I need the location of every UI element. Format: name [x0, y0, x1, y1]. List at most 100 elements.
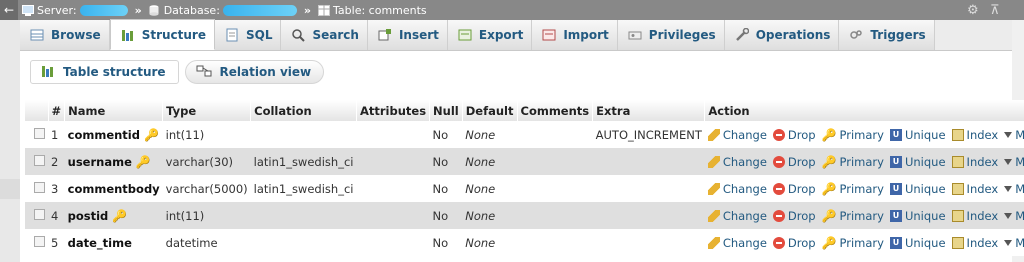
index-action[interactable]: Index — [951, 155, 998, 169]
table-row: 2 username 🔑 varchar(30) latin1_swedish_c… — [25, 148, 1024, 175]
tab-sql[interactable]: SQL — [214, 20, 282, 50]
row-checkbox[interactable] — [34, 154, 45, 166]
column-name[interactable]: postid — [68, 209, 109, 223]
column-name[interactable]: commentbody — [68, 182, 160, 196]
index-action[interactable]: Index — [951, 128, 998, 142]
row-checkbox[interactable] — [34, 235, 45, 247]
index-icon — [951, 182, 964, 195]
collapse-icon[interactable]: ⊼ — [990, 3, 1000, 18]
back-arrow-icon[interactable]: ← — [0, 0, 18, 20]
index-key-icon: 🔑 — [135, 154, 151, 169]
tab-label: Export — [478, 28, 524, 42]
primary-key-icon: 🔑 — [821, 181, 837, 196]
change-action[interactable]: Change — [707, 209, 767, 223]
table-header-row: # Name Type Collation Attributes Null De… — [25, 100, 1024, 121]
index-action[interactable]: Index — [951, 236, 998, 250]
drop-action[interactable]: Drop — [772, 155, 816, 169]
tab-operations[interactable]: Operations — [724, 20, 840, 50]
tab-search[interactable]: Search — [281, 20, 368, 50]
change-action[interactable]: Change — [707, 128, 767, 142]
header-num: # — [48, 100, 66, 121]
header-name[interactable]: Name — [64, 100, 164, 121]
index-action[interactable]: Index — [951, 209, 998, 223]
browse-icon — [30, 28, 44, 42]
pencil-icon — [707, 236, 720, 249]
row-checkbox[interactable] — [34, 127, 45, 139]
change-action[interactable]: Change — [707, 236, 767, 250]
drop-icon — [772, 236, 785, 249]
column-null: No — [429, 148, 463, 175]
header-type: Type — [162, 100, 252, 121]
header-attributes: Attributes — [356, 100, 431, 121]
primary-key-icon: 🔑 — [821, 208, 837, 223]
index-action[interactable]: Index — [951, 182, 998, 196]
export-icon — [458, 28, 472, 42]
tab-label: Search — [312, 28, 359, 42]
drop-action[interactable]: Drop — [772, 182, 816, 196]
column-null: No — [429, 175, 463, 202]
row-actions: Change Drop 🔑Primary UUnique Index More — [707, 128, 1024, 142]
header-comments: Comments — [517, 100, 594, 121]
drop-action[interactable]: Drop — [772, 128, 816, 142]
server-icon — [22, 4, 34, 16]
primary-action[interactable]: 🔑 Primary — [822, 236, 884, 250]
row-num: 5 — [48, 229, 65, 256]
breadcrumb-server[interactable]: Server: — [37, 4, 77, 17]
index-key-icon: 🔑 — [112, 208, 128, 223]
more-action[interactable]: More — [1004, 209, 1024, 223]
column-attributes — [356, 202, 430, 229]
change-action[interactable]: Change — [707, 155, 767, 169]
tab-insert[interactable]: Insert — [367, 20, 448, 50]
breadcrumb-table[interactable]: Table: comments — [333, 4, 427, 17]
breadcrumb-database[interactable]: Database: — [164, 4, 220, 17]
column-name[interactable]: username — [68, 155, 132, 169]
structure-icon — [121, 28, 135, 42]
operations-icon — [735, 27, 749, 42]
column-collation: latin1_swedish_ci — [250, 175, 357, 202]
table-structure-button[interactable]: Table structure — [30, 60, 179, 84]
insert-icon — [378, 28, 392, 42]
column-collation — [250, 229, 357, 256]
tab-privileges[interactable]: Privileges — [617, 20, 725, 50]
unique-action[interactable]: U Unique — [889, 236, 946, 250]
row-checkbox[interactable] — [34, 208, 45, 220]
settings-gear-icon[interactable]: ⚙ — [967, 3, 979, 18]
primary-action[interactable]: 🔑 Primary — [822, 128, 884, 142]
row-checkbox[interactable] — [34, 181, 45, 193]
column-name[interactable]: commentid — [68, 128, 140, 142]
drop-action[interactable]: Drop — [772, 209, 816, 223]
unique-action[interactable]: U Unique — [889, 155, 946, 169]
header-null: Null — [429, 100, 463, 121]
primary-key-icon: 🔑 — [143, 127, 159, 142]
tab-import[interactable]: Import — [532, 20, 618, 50]
change-action[interactable]: Change — [707, 182, 767, 196]
more-action[interactable]: More — [1004, 155, 1024, 169]
redacted-server-name — [79, 4, 128, 16]
column-name[interactable]: date_time — [68, 236, 132, 250]
tab-export[interactable]: Export — [447, 20, 533, 50]
tab-label: Browse — [51, 28, 101, 42]
more-action[interactable]: More — [1004, 128, 1024, 142]
primary-action[interactable]: 🔑 Primary — [822, 155, 884, 169]
unique-action[interactable]: U Unique — [889, 209, 946, 223]
table-row: 3 commentbody varchar(5000) latin1_swedi… — [25, 175, 1024, 202]
relation-view-label: Relation view — [219, 65, 312, 79]
table-row: 1 commentid 🔑 int(11) No None AUTO_INCREM… — [25, 121, 1024, 148]
column-default: None — [462, 121, 517, 148]
breadcrumb: Server: » Database: » Table: comments — [22, 4, 427, 17]
unique-action[interactable]: U Unique — [889, 182, 946, 196]
primary-action[interactable]: 🔑 Primary — [822, 209, 884, 223]
unique-action[interactable]: U Unique — [889, 128, 946, 142]
relation-view-button[interactable]: Relation view — [184, 60, 325, 84]
tab-browse[interactable]: Browse — [20, 20, 110, 50]
drop-action[interactable]: Drop — [772, 236, 816, 250]
column-null: No — [429, 229, 463, 256]
primary-action[interactable]: 🔑 Primary — [822, 182, 884, 196]
pencil-icon — [707, 128, 720, 141]
more-action[interactable]: More — [1004, 236, 1024, 250]
tab-triggers[interactable]: Triggers — [839, 20, 935, 50]
index-icon — [951, 155, 964, 168]
tab-structure[interactable]: Structure — [109, 19, 215, 50]
pencil-icon — [707, 182, 720, 195]
more-action[interactable]: More — [1004, 182, 1024, 196]
